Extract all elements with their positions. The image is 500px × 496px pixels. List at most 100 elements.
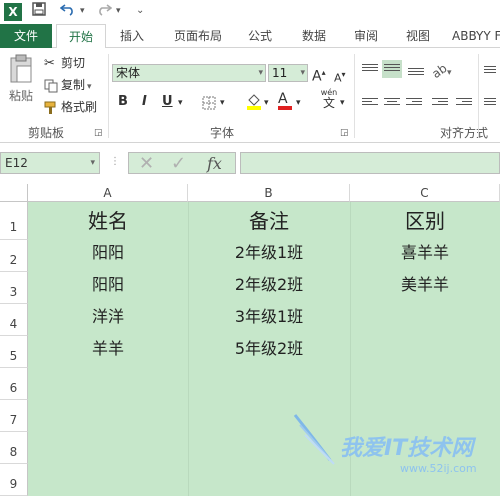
group-separator [354, 54, 355, 138]
name-box[interactable]: E12 ▾ [0, 152, 100, 174]
merge-center-icon[interactable] [484, 96, 496, 110]
undo-icon[interactable] [59, 2, 76, 20]
tab-formulas[interactable]: 公式 [240, 24, 280, 48]
cancel-icon[interactable]: ✕ [139, 153, 154, 174]
row-header[interactable]: 1 [0, 202, 28, 240]
underline-dropdown-icon[interactable]: ▾ [178, 98, 183, 108]
tab-file[interactable]: 文件 [0, 24, 52, 48]
copy-dropdown-icon[interactable]: ▾ [87, 82, 92, 92]
tab-view[interactable]: 视图 [398, 24, 438, 48]
orientation-button[interactable]: ab▾ [429, 61, 451, 81]
row-header[interactable]: 2 [0, 240, 28, 272]
cell-a1[interactable]: 姓名 [28, 204, 188, 238]
align-center-icon[interactable] [384, 96, 400, 110]
cell-a5[interactable]: 羊羊 [28, 334, 188, 364]
row-header[interactable]: 9 [0, 464, 28, 496]
tab-review[interactable]: 审阅 [346, 24, 386, 48]
copy-button[interactable]: 复制 ▾ [44, 76, 92, 94]
bottom-align-icon[interactable] [408, 66, 424, 80]
select-all-corner[interactable] [0, 184, 28, 202]
paint-bucket-icon [247, 94, 261, 110]
clipboard-launcher-icon[interactable]: ◲ [94, 128, 103, 138]
cell-b5[interactable]: 5年级2班 [188, 334, 350, 364]
cell-a4[interactable]: 洋洋 [28, 302, 188, 332]
alignment-group-label: 对齐方式 [440, 126, 489, 140]
shrink-font-button[interactable]: A▾ [334, 66, 346, 85]
border-dropdown-icon[interactable]: ▾ [220, 98, 225, 108]
quick-access-toolbar: X ▾ ▾ ⌄ [0, 0, 500, 24]
orientation-icon: ab [429, 60, 450, 82]
border-button[interactable] [202, 96, 216, 114]
row-header[interactable]: 6 [0, 368, 28, 400]
cell-a2[interactable]: 阳阳 [28, 238, 188, 268]
watermark-title: 我爱IT技术网 [340, 436, 474, 461]
cell-c3[interactable]: 美羊羊 [350, 270, 500, 300]
chevron-down-icon: ▾ [300, 68, 305, 78]
fill-dropdown-icon[interactable]: ▾ [264, 98, 269, 108]
column-header-b[interactable]: B [188, 184, 350, 202]
phonetic-char: 文 [322, 96, 335, 110]
cell-c4[interactable] [350, 302, 500, 332]
cell-b1[interactable]: 备注 [188, 204, 350, 238]
underline-button[interactable]: U [162, 94, 173, 109]
font-group-label: 字体 [210, 126, 235, 140]
row-header[interactable]: 8 [0, 432, 28, 464]
redo-dropdown-icon[interactable]: ▾ [116, 6, 121, 16]
italic-button[interactable]: I [142, 94, 147, 109]
insert-function-button[interactable]: fx [207, 154, 222, 173]
tab-abbyy[interactable]: ABBYY F [452, 24, 500, 48]
middle-align-icon[interactable] [382, 60, 402, 78]
row-header[interactable]: 7 [0, 400, 28, 432]
cut-label: 剪切 [61, 56, 86, 70]
tab-data[interactable]: 数据 [294, 24, 334, 48]
formula-bar-splitter-icon[interactable]: ⋮ [110, 156, 120, 167]
enter-check-icon[interactable]: ✓ [171, 153, 186, 174]
format-painter-button[interactable]: 格式刷 [44, 98, 97, 116]
top-align-icon[interactable] [362, 62, 378, 76]
row-header[interactable]: 3 [0, 272, 28, 304]
formula-input[interactable] [240, 152, 500, 174]
name-box-value: E12 [5, 156, 28, 170]
wrap-text-icon[interactable] [484, 64, 496, 78]
cell-b2[interactable]: 2年级1班 [188, 238, 350, 268]
cell-b3[interactable]: 2年级2班 [188, 270, 350, 300]
decrease-indent-icon[interactable] [432, 96, 448, 110]
customize-qat-icon[interactable]: ⌄ [136, 5, 144, 16]
tab-page-layout[interactable]: 页面布局 [166, 24, 230, 48]
cut-button[interactable]: ✂ 剪切 [44, 54, 85, 72]
cell-a3[interactable]: 阳阳 [28, 270, 188, 300]
clipboard-group-label: 剪贴板 [28, 126, 65, 140]
font-color-dropdown-icon[interactable]: ▾ [296, 98, 301, 108]
align-left-icon[interactable] [362, 96, 378, 110]
tab-insert[interactable]: 插入 [112, 24, 152, 48]
undo-dropdown-icon[interactable]: ▾ [80, 6, 85, 16]
font-size-select[interactable]: 11 ▾ [268, 64, 308, 82]
column-header-c[interactable]: C [350, 184, 500, 202]
clipboard-icon [10, 54, 32, 83]
phonetic-dropdown-icon[interactable]: ▾ [340, 98, 345, 108]
cell-b4[interactable]: 3年级1班 [188, 302, 350, 332]
grow-font-button[interactable]: A▴ [312, 64, 326, 85]
row-header[interactable]: 5 [0, 336, 28, 368]
fill-color-button[interactable] [246, 92, 262, 114]
phonetic-button[interactable]: wén 文 [318, 88, 340, 110]
group-separator [108, 54, 109, 138]
tab-home[interactable]: 开始 [56, 24, 106, 49]
redo-icon[interactable] [96, 2, 113, 20]
font-color-button[interactable]: A [278, 92, 292, 110]
align-right-icon[interactable] [406, 96, 422, 110]
formula-buttons: ✕ ✓ fx [128, 152, 236, 174]
save-icon[interactable] [32, 2, 46, 20]
paste-button[interactable]: 粘贴 [6, 54, 36, 110]
cell-c1[interactable]: 区别 [350, 204, 500, 238]
cell-c5[interactable] [350, 334, 500, 364]
row-header[interactable]: 4 [0, 304, 28, 336]
column-header-a[interactable]: A [28, 184, 188, 202]
font-name-select[interactable]: 宋体 ▾ [112, 64, 266, 82]
ribbon: 粘贴 ✂ 剪切 复制 ▾ 格式刷 剪贴板 ◲ 宋体 ▾ 11 ▾ A▴ A▾ B I… [0, 48, 500, 143]
bold-button[interactable]: B [118, 94, 128, 109]
increase-indent-icon[interactable] [456, 96, 472, 110]
font-launcher-icon[interactable]: ◲ [340, 128, 349, 138]
ribbon-tabs: 文件 开始 插入 页面布局 公式 数据 审阅 视图 ABBYY F [0, 24, 500, 49]
cell-c2[interactable]: 喜羊羊 [350, 238, 500, 268]
